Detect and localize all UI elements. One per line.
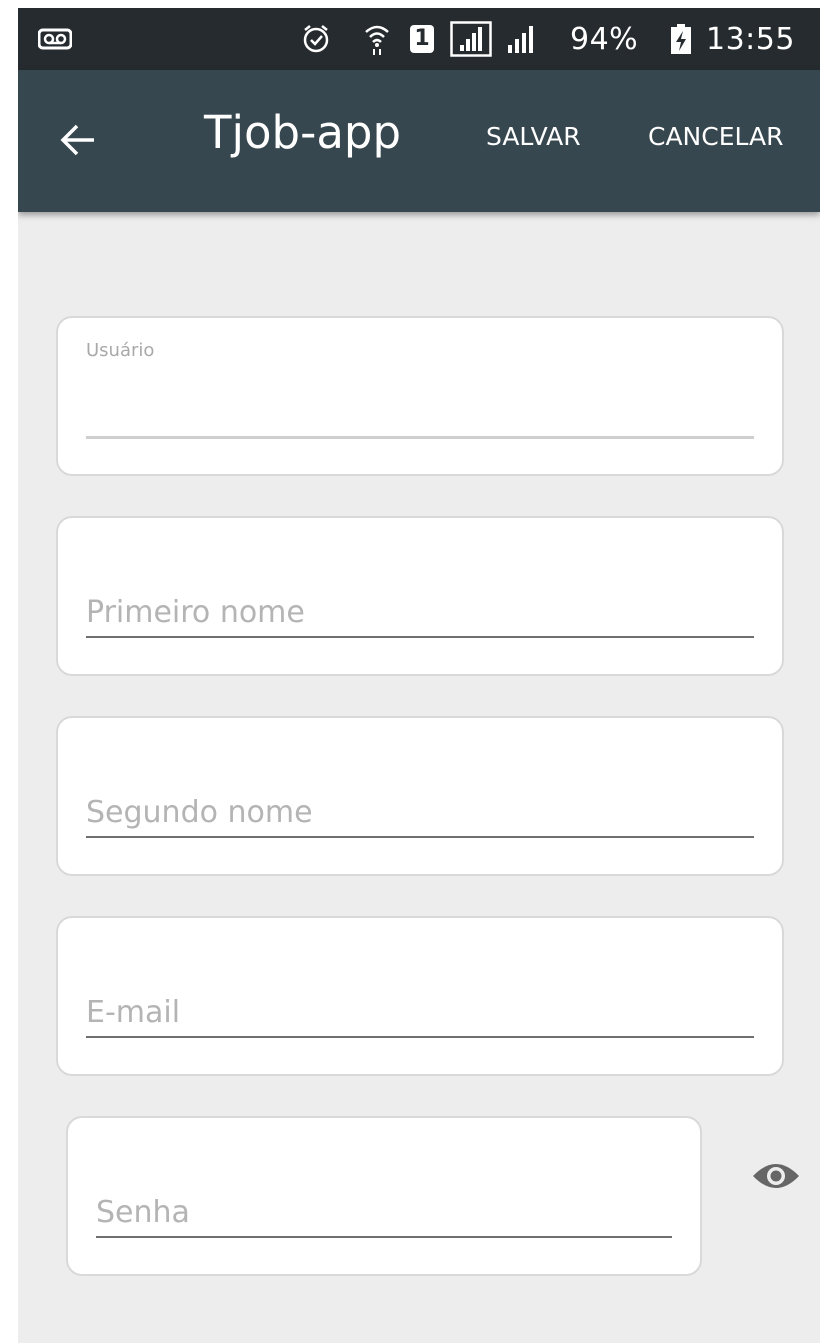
back-button[interactable] xyxy=(48,110,108,170)
battery-percent: 94% xyxy=(570,21,639,57)
clock: 13:55 xyxy=(706,21,795,57)
first-name-card xyxy=(56,516,784,676)
signal-icon xyxy=(450,8,492,70)
sim-label: 1 xyxy=(410,25,434,53)
arrow-back-icon xyxy=(60,124,94,156)
sim-icon: 1 xyxy=(410,8,434,70)
first-name-input[interactable] xyxy=(86,588,754,636)
username-card: Usuário xyxy=(56,316,784,476)
wifi-icon xyxy=(364,8,390,70)
email-input[interactable] xyxy=(86,988,754,1036)
alarm-icon xyxy=(302,8,330,70)
toggle-password-visibility-button[interactable] xyxy=(744,1156,808,1196)
cancel-button[interactable]: CANCELAR xyxy=(648,122,784,151)
password-underline xyxy=(96,1236,672,1238)
first-name-underline xyxy=(86,636,754,638)
app-bar: Tjob-app SALVAR CANCELAR xyxy=(18,70,820,212)
last-name-input[interactable] xyxy=(86,788,754,836)
email-card xyxy=(56,916,784,1076)
save-button[interactable]: SALVAR xyxy=(486,122,581,151)
password-card xyxy=(66,1116,702,1276)
email-underline xyxy=(86,1036,754,1038)
username-underline xyxy=(86,436,754,439)
username-label: Usuário xyxy=(86,340,155,361)
voicemail-icon xyxy=(38,8,72,70)
battery-charging-icon xyxy=(670,8,692,70)
app-screen: 1 94% 13:55 Tjob-app SALVAR CANCELAR Usu… xyxy=(18,8,820,1343)
last-name-card xyxy=(56,716,784,876)
signal-icon-2 xyxy=(506,8,540,70)
eye-icon xyxy=(753,1164,799,1188)
password-input[interactable] xyxy=(96,1188,672,1236)
username-input[interactable] xyxy=(86,382,754,430)
status-bar: 1 94% 13:55 xyxy=(18,8,820,70)
last-name-underline xyxy=(86,836,754,838)
app-title: Tjob-app xyxy=(204,106,402,159)
